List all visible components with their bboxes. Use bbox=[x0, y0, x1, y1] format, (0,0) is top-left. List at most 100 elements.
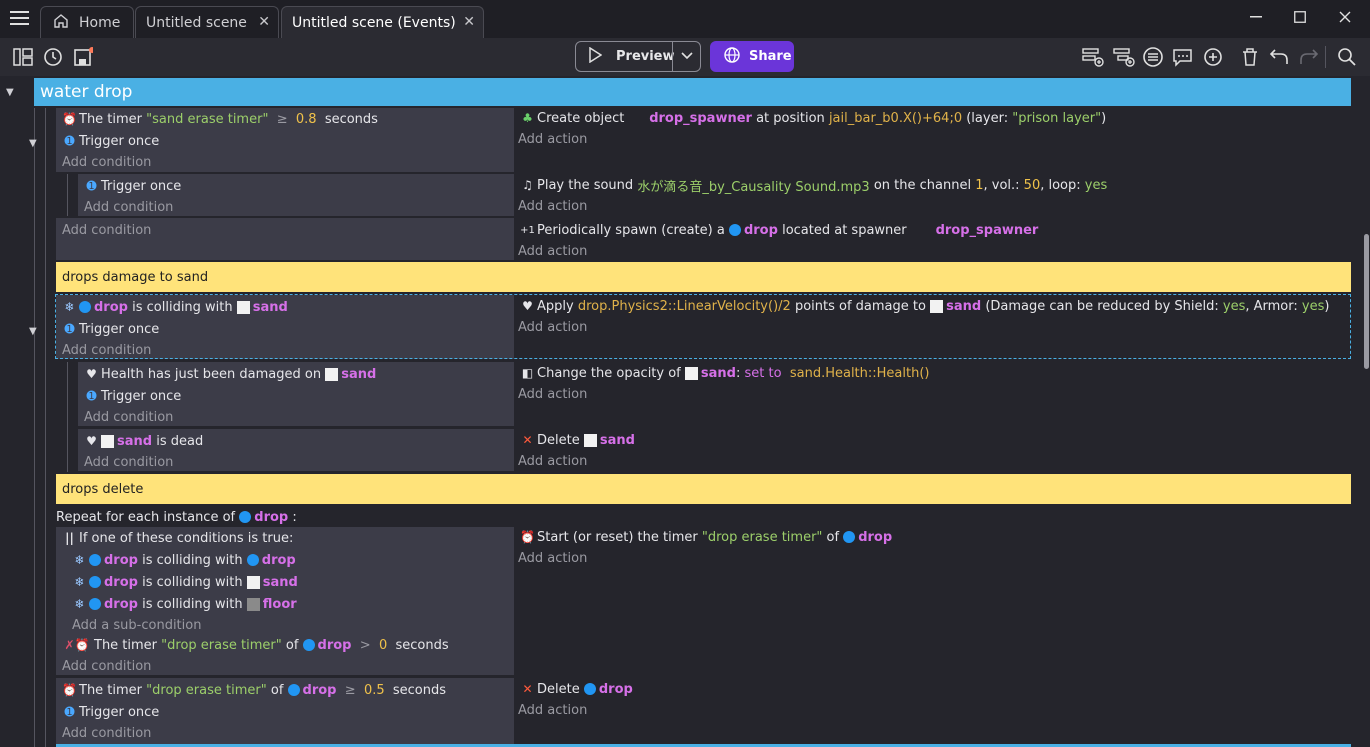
action-text: Apply bbox=[537, 298, 574, 314]
redo-icon[interactable] bbox=[1298, 46, 1320, 68]
condition[interactable]: ♥ sand is dead bbox=[84, 431, 203, 451]
object-name: drop bbox=[261, 552, 296, 568]
add-action-link[interactable]: Add action bbox=[518, 129, 587, 149]
sub-condition[interactable]: ❄ drop is colliding with drop bbox=[72, 550, 296, 570]
action[interactable]: ✕ Delete sand bbox=[520, 430, 634, 450]
object-name: drop bbox=[254, 509, 289, 525]
tab-events[interactable]: Untitled scene (Events) ✕ bbox=[281, 6, 484, 38]
add-condition-link[interactable]: Add condition bbox=[62, 340, 151, 360]
events-sheet: ▼ water drop ▼ ⏰ The timer "sand erase t… bbox=[0, 76, 1362, 747]
comment[interactable]: drops delete bbox=[56, 474, 1351, 504]
history-icon[interactable] bbox=[42, 46, 64, 68]
actions-panel[interactable] bbox=[514, 527, 1351, 675]
condition-text: is colliding with bbox=[132, 299, 233, 315]
add-action-link[interactable]: Add action bbox=[518, 451, 587, 471]
condition-text: of bbox=[270, 682, 284, 698]
collapse-arrow[interactable]: ▼ bbox=[29, 326, 37, 337]
panels-icon[interactable] bbox=[12, 46, 34, 68]
channel: 1 bbox=[975, 177, 984, 193]
action[interactable]: ♣ Create object drop_spawner at position… bbox=[520, 108, 1106, 128]
add-sub-condition-link[interactable]: Add a sub-condition bbox=[72, 615, 201, 635]
add-action-link[interactable]: Add action bbox=[518, 700, 587, 720]
sand-object-icon bbox=[101, 434, 114, 448]
add-condition-link[interactable]: Add condition bbox=[84, 197, 173, 217]
add-subevent-icon[interactable] bbox=[1113, 46, 1135, 68]
condition[interactable]: ➊ Trigger once bbox=[62, 319, 159, 339]
action[interactable]: ♫ Play the sound 水が滴る音_by_Causality Soun… bbox=[520, 175, 1107, 195]
save-icon[interactable] bbox=[72, 46, 94, 68]
value: 0.8 bbox=[295, 111, 317, 127]
scrollbar[interactable] bbox=[1362, 76, 1370, 747]
tab-scene[interactable]: Untitled scene ✕ bbox=[135, 6, 279, 38]
action-text: , Armor: bbox=[1245, 298, 1298, 314]
collapse-arrow[interactable]: ▼ bbox=[29, 138, 37, 149]
tab-home[interactable]: Home bbox=[40, 6, 134, 38]
sub-condition[interactable]: ❄ drop is colliding with floor bbox=[72, 594, 296, 614]
collapse-arrow[interactable]: ▼ bbox=[6, 87, 14, 98]
condition-text: is colliding with bbox=[142, 574, 243, 590]
share-button[interactable]: Share bbox=[710, 41, 794, 72]
action-text: Delete bbox=[537, 432, 580, 448]
add-comment-icon[interactable] bbox=[1172, 46, 1194, 68]
actions-panel[interactable] bbox=[514, 678, 1351, 744]
action-text: Change the opacity of bbox=[537, 365, 681, 381]
preview-options-button[interactable] bbox=[672, 41, 701, 72]
close-icon[interactable]: ✕ bbox=[463, 14, 475, 30]
search-icon[interactable] bbox=[1336, 46, 1358, 68]
repeat-event-header[interactable]: Repeat for each instance of drop : bbox=[56, 507, 297, 527]
indent-guide bbox=[45, 108, 46, 747]
undo-icon[interactable] bbox=[1268, 46, 1290, 68]
condition[interactable]: ✗⏰ The timer "drop erase timer" of drop … bbox=[62, 635, 449, 655]
menu-icon[interactable] bbox=[10, 10, 30, 26]
add-action-link[interactable]: Add action bbox=[518, 196, 587, 216]
expression: jail_bar_b0.X()+64;0 bbox=[828, 110, 963, 126]
window-close-icon[interactable] bbox=[1333, 7, 1357, 27]
add-condition-link[interactable]: Add condition bbox=[84, 452, 173, 472]
condition[interactable]: ➊ Trigger once bbox=[62, 131, 159, 151]
preview-button[interactable]: Preview bbox=[575, 41, 675, 72]
maximize-icon[interactable] bbox=[1288, 7, 1312, 27]
action[interactable]: ✕ Delete drop bbox=[520, 679, 632, 699]
add-action-link[interactable]: Add action bbox=[518, 548, 587, 568]
action[interactable]: ⏰ Start (or reset) the timer "drop erase… bbox=[520, 527, 892, 547]
add-condition-link[interactable]: Add condition bbox=[62, 152, 151, 172]
condition[interactable]: ♥ Health has just been damaged on sand bbox=[84, 364, 376, 384]
action[interactable]: ◧ Change the opacity of sand: set to san… bbox=[520, 363, 930, 383]
condition[interactable]: ⏰ The timer "sand erase timer" ≥ 0.8 sec… bbox=[62, 109, 378, 129]
trigger-once-icon: ➊ bbox=[86, 179, 97, 193]
drop-object-icon bbox=[79, 301, 91, 313]
or-condition[interactable]: || If one of these conditions is true: bbox=[62, 528, 293, 548]
action[interactable]: +1 Periodically spawn (create) a drop lo… bbox=[520, 220, 1038, 240]
or-icon: || bbox=[65, 531, 74, 545]
drop-object-icon bbox=[728, 224, 741, 236]
condition[interactable]: ❄ drop is colliding with sand bbox=[62, 297, 287, 317]
condition[interactable]: ⏰ The timer "drop erase timer" of drop ≥… bbox=[62, 680, 446, 700]
health-icon: ♥ bbox=[86, 434, 97, 448]
close-icon[interactable]: ✕ bbox=[258, 14, 270, 30]
add-action-link[interactable]: Add action bbox=[518, 317, 587, 337]
object-name: drop bbox=[858, 529, 893, 545]
add-condition-link[interactable]: Add condition bbox=[62, 220, 151, 240]
condition[interactable]: ➊ Trigger once bbox=[62, 702, 159, 722]
action-text: on the channel bbox=[873, 177, 972, 193]
add-group-icon[interactable] bbox=[1142, 46, 1164, 68]
condition[interactable]: ➊ Trigger once bbox=[84, 176, 181, 196]
condition[interactable]: ➊ Trigger once bbox=[84, 386, 181, 406]
add-action-link[interactable]: Add action bbox=[518, 241, 587, 261]
comment[interactable]: drops damage to sand bbox=[56, 262, 1351, 292]
add-condition-link[interactable]: Add condition bbox=[84, 407, 173, 427]
action[interactable]: ♥ Apply drop.Physics2::LinearVelocity()/… bbox=[520, 296, 1329, 316]
group-header[interactable]: water drop bbox=[34, 78, 1351, 106]
add-other-icon[interactable] bbox=[1202, 46, 1224, 68]
add-action-link[interactable]: Add action bbox=[518, 384, 587, 404]
actions-panel[interactable] bbox=[514, 429, 1351, 471]
minimize-icon[interactable] bbox=[1244, 7, 1268, 27]
add-condition-link[interactable]: Add condition bbox=[62, 723, 151, 743]
add-event-icon[interactable] bbox=[1082, 46, 1104, 68]
action-text: Delete bbox=[537, 681, 580, 697]
sub-condition[interactable]: ❄ drop is colliding with sand bbox=[72, 572, 297, 592]
scrollbar-thumb[interactable] bbox=[1364, 234, 1369, 369]
delete-icon[interactable] bbox=[1239, 46, 1261, 68]
action-text: Periodically spawn (create) a bbox=[537, 222, 725, 238]
add-condition-link[interactable]: Add condition bbox=[62, 656, 151, 676]
